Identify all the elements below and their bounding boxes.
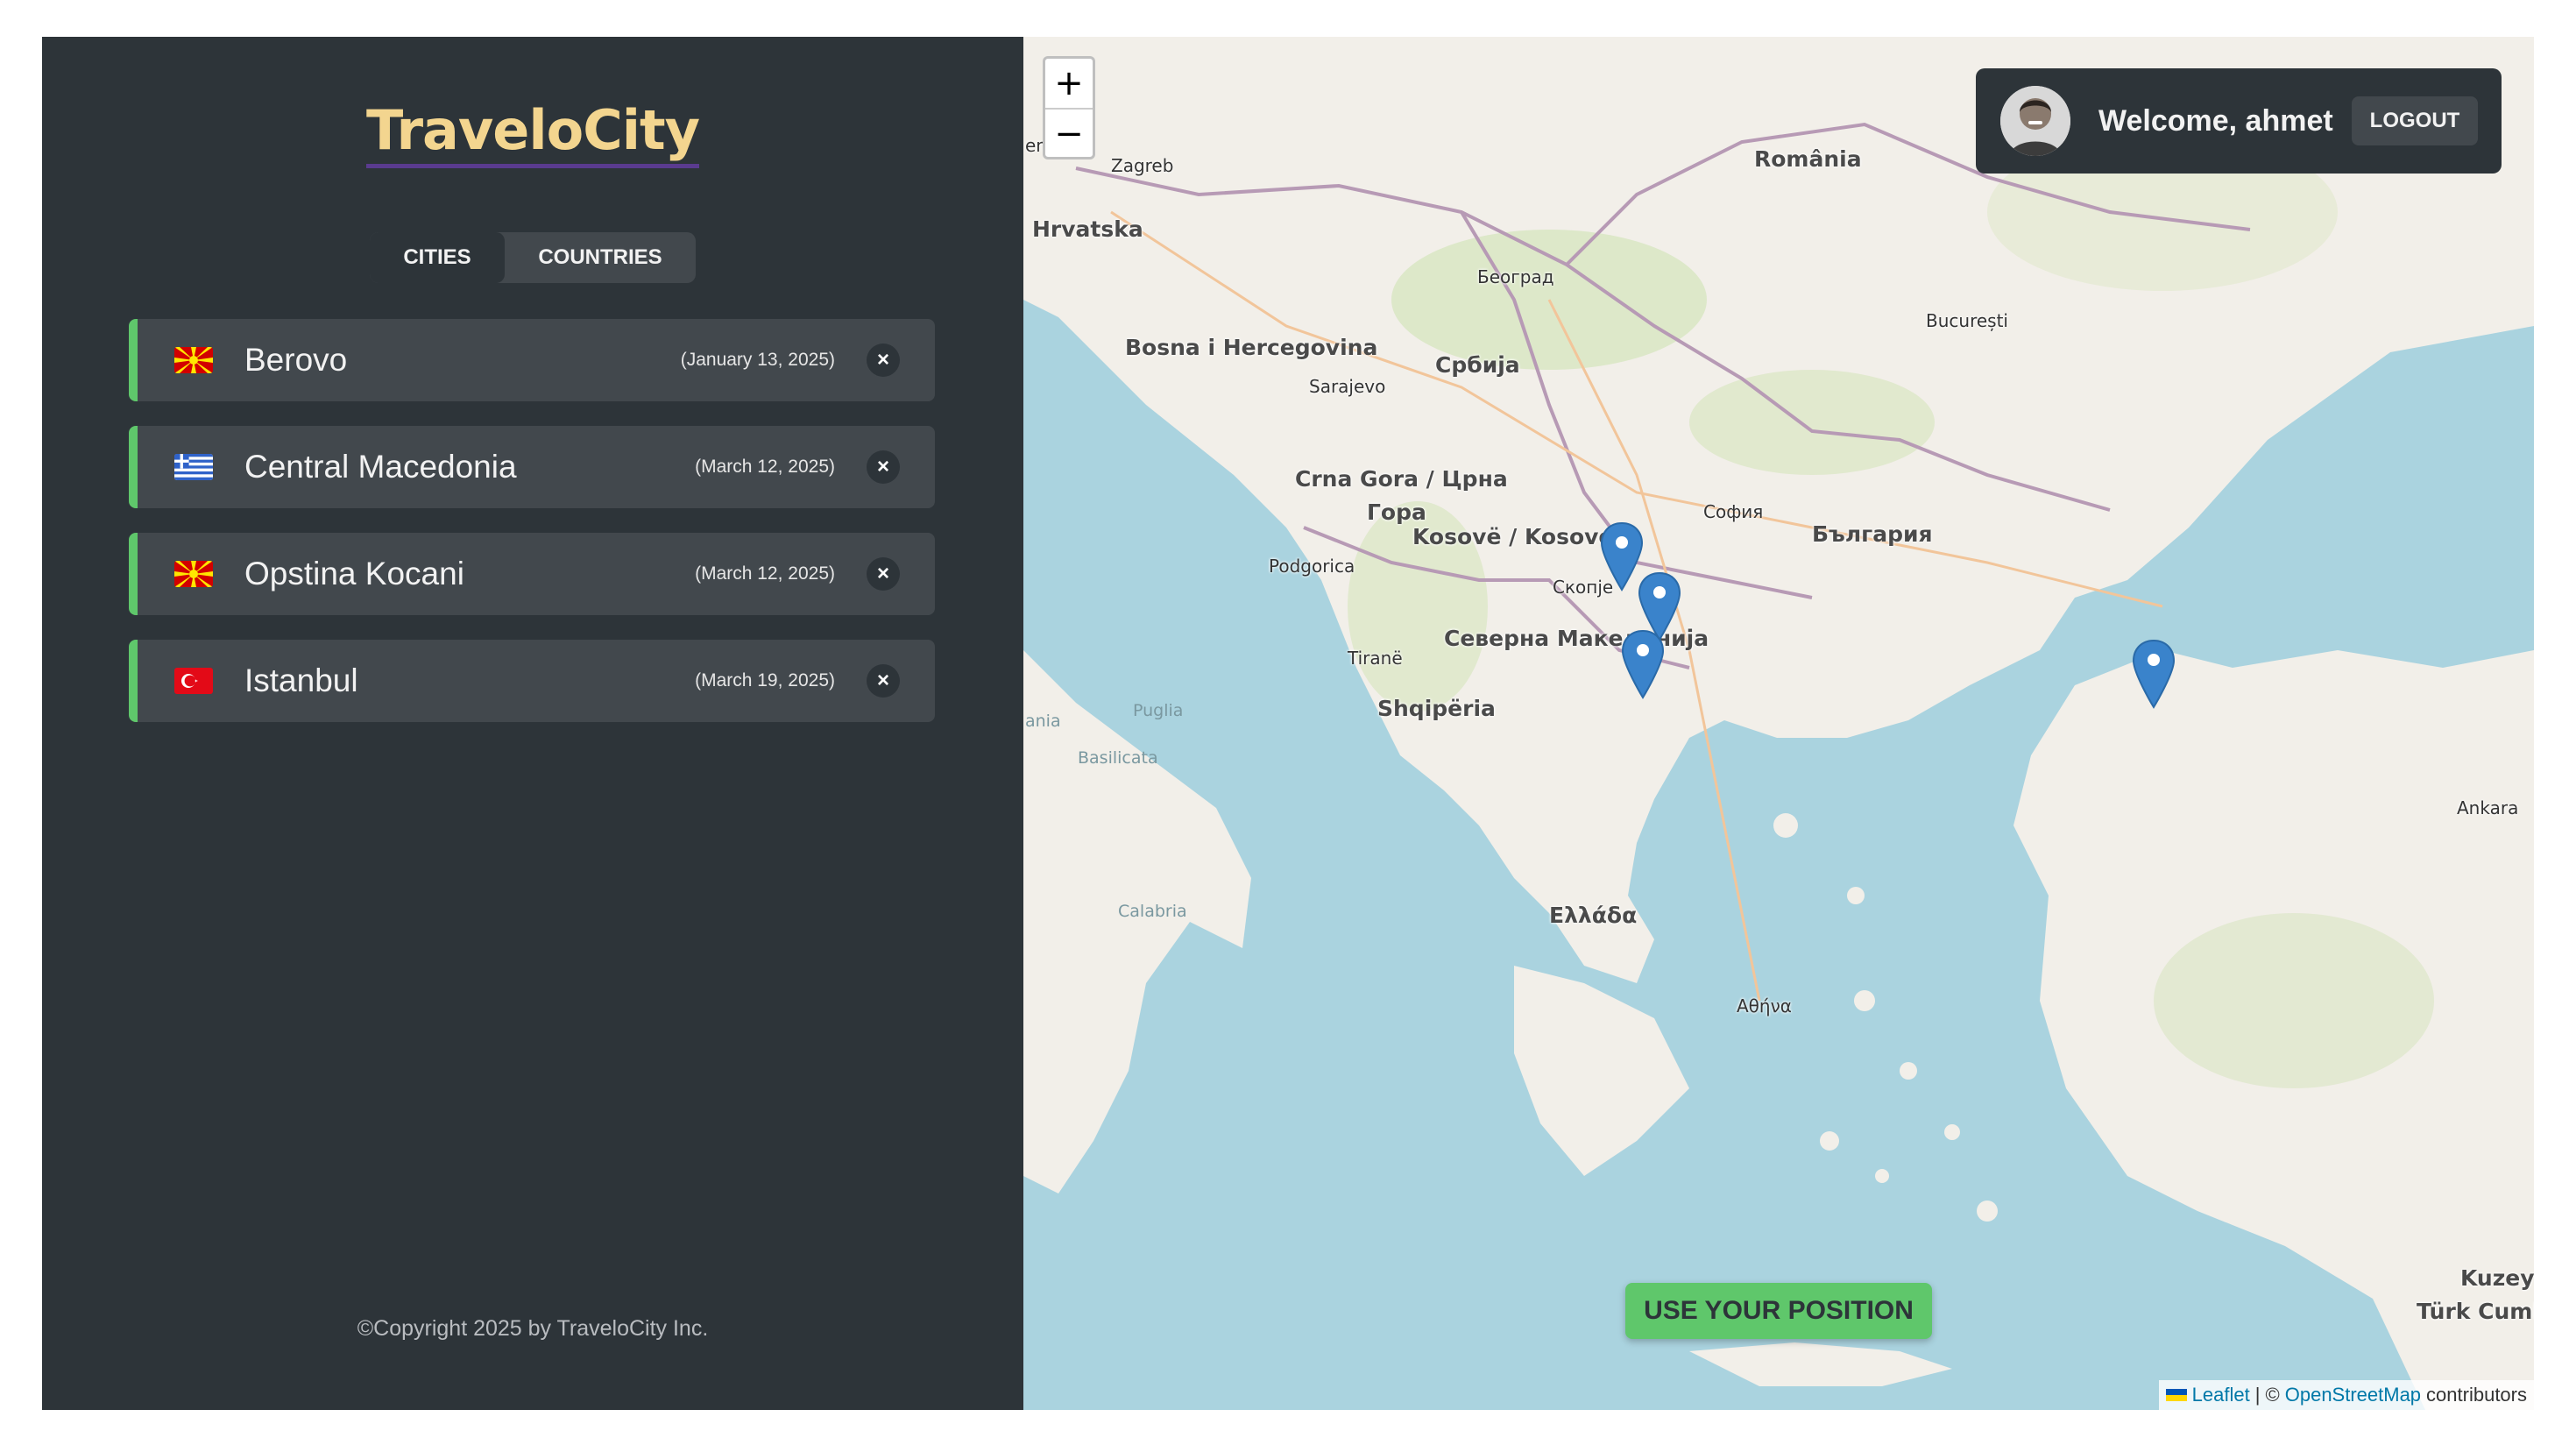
map-marker[interactable]	[2132, 639, 2176, 709]
tab-cities[interactable]: CITIES	[370, 232, 505, 283]
map-label: Calabria	[1118, 902, 1187, 921]
map-label: Puglia	[1133, 701, 1184, 720]
map-label: Türk Cumh	[2417, 1299, 2534, 1324]
map-label: Crna Gora / Црна	[1295, 466, 1508, 492]
map-label: Shqipëria	[1377, 696, 1496, 721]
user-panel: Welcome, ahmet LOGOUT	[1976, 68, 2502, 174]
macedonia-flag-icon	[174, 347, 213, 373]
leaflet-link[interactable]: Leaflet	[2192, 1384, 2250, 1406]
city-list: Berovo (January 13, 2025) × Central Mace…	[129, 319, 935, 747]
zoom-out-button[interactable]: −	[1045, 108, 1093, 159]
map-label: Kuzey K	[2460, 1265, 2534, 1291]
map-label: Zagreb	[1111, 155, 1174, 176]
delete-city-button[interactable]: ×	[867, 557, 900, 591]
zoom-control: + −	[1043, 56, 1095, 159]
city-date: (January 13, 2025)	[680, 350, 835, 370]
delete-city-button[interactable]: ×	[867, 450, 900, 484]
attribution-separator: | ©	[2254, 1384, 2280, 1406]
logout-button[interactable]: LOGOUT	[2352, 96, 2478, 145]
map-label: Bosna i Hercegovina	[1125, 335, 1378, 360]
map-label: ania	[1025, 712, 1061, 731]
sidebar: TraveloCity CITIES COUNTRIES Berovo (Jan…	[42, 37, 1023, 1410]
map-label: Podgorica	[1269, 556, 1355, 577]
city-name: Istanbul	[244, 662, 358, 698]
city-date: (March 12, 2025)	[695, 563, 835, 584]
map-label: Гора	[1367, 499, 1426, 525]
tab-bar: CITIES COUNTRIES	[370, 232, 696, 283]
city-name: Central Macedonia	[244, 449, 517, 485]
turkey-flag-icon	[174, 668, 213, 694]
map-label: Αθήνα	[1737, 995, 1792, 1016]
map-label: București	[1926, 310, 2008, 331]
app-container: TraveloCity CITIES COUNTRIES Berovo (Jan…	[42, 37, 2534, 1410]
delete-city-button[interactable]: ×	[867, 664, 900, 698]
city-item-berovo[interactable]: Berovo (January 13, 2025) ×	[129, 319, 935, 401]
map-label: Ελλάδα	[1549, 903, 1638, 928]
city-item-opstina-kocani[interactable]: Opstina Kocani (March 12, 2025) ×	[129, 533, 935, 615]
map-attribution: Leaflet | © OpenStreetMap contributors	[2158, 1380, 2534, 1410]
map-view[interactable]: en Zagreb Hrvatska România Београд Bucur…	[1023, 37, 2534, 1410]
city-item-central-macedonia[interactable]: Central Macedonia (March 12, 2025) ×	[129, 426, 935, 508]
map-label: Basilicata	[1078, 748, 1158, 768]
zoom-in-button[interactable]: +	[1045, 59, 1093, 108]
city-name: Opstina Kocani	[244, 556, 464, 591]
welcome-text: Welcome, ahmet	[2098, 104, 2333, 138]
city-name: Berovo	[244, 342, 348, 378]
map-label: Ankara	[2457, 797, 2519, 818]
map-label: София	[1703, 501, 1764, 522]
map-label: Kosovë / Kosovo	[1412, 524, 1614, 549]
use-position-button[interactable]: USE YOUR POSITION	[1625, 1283, 1932, 1339]
attribution-contributors: contributors	[2426, 1384, 2527, 1406]
app-logo[interactable]: TraveloCity	[42, 98, 1023, 168]
avatar	[2000, 86, 2070, 156]
ukraine-flag-icon	[2165, 1389, 2187, 1401]
map-label: Србија	[1435, 352, 1520, 378]
delete-city-button[interactable]: ×	[867, 344, 900, 377]
map-marker[interactable]	[1621, 629, 1665, 699]
map-label: România	[1754, 146, 1862, 172]
map-label: Београд	[1477, 266, 1554, 287]
map-tiles	[1023, 37, 2534, 1410]
map-label: Sarajevo	[1309, 376, 1386, 397]
copyright-text: ©Copyright 2025 by TraveloCity Inc.	[357, 1316, 709, 1341]
app-title: TraveloCity	[365, 98, 700, 168]
greece-flag-icon	[174, 454, 213, 480]
openstreetmap-link[interactable]: OpenStreetMap	[2285, 1384, 2421, 1406]
city-date: (March 12, 2025)	[695, 457, 835, 477]
city-date: (March 19, 2025)	[695, 670, 835, 691]
macedonia-flag-icon	[174, 561, 213, 587]
tab-countries[interactable]: COUNTRIES	[505, 232, 696, 283]
map-label: България	[1812, 521, 1933, 547]
city-item-istanbul[interactable]: Istanbul (March 19, 2025) ×	[129, 640, 935, 722]
map-label: Tiranë	[1348, 648, 1403, 669]
map-label: Hrvatska	[1032, 216, 1143, 242]
